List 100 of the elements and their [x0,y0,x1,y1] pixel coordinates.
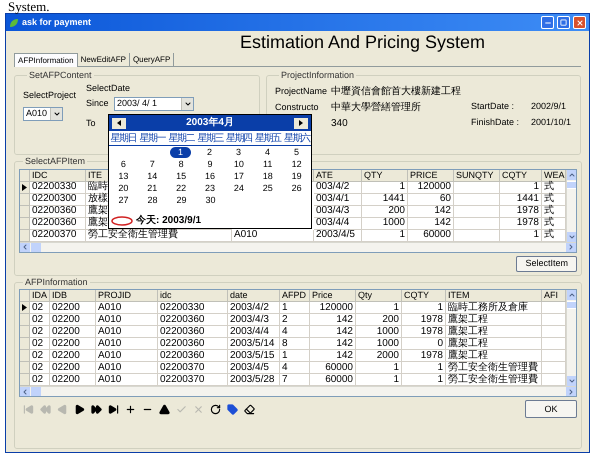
column-header[interactable]: PRICE [408,170,454,182]
calendar-day[interactable]: 11 [255,158,280,170]
select-item-button[interactable]: SelectItem [516,256,577,272]
scroll-right-icon[interactable] [567,388,575,396]
plus-icon[interactable] [125,404,136,414]
row-header[interactable] [20,302,30,314]
column-header[interactable]: Price [310,290,356,302]
eraser-icon[interactable] [244,404,255,414]
vertical-scrollbar[interactable] [566,170,576,242]
horizontal-scrollbar[interactable] [20,242,576,252]
field-label: FinishDate : [471,118,520,126]
calendar-day[interactable]: 5 [286,146,307,158]
calendar-day[interactable]: 3 [228,146,249,158]
scroll-up-icon[interactable] [568,291,576,299]
refresh-icon[interactable] [210,404,221,414]
column-header[interactable]: PROJID [96,290,158,302]
column-header[interactable]: IDA [30,290,50,302]
calendar-day[interactable]: 26 [284,182,310,194]
scroll-thumb[interactable] [567,301,576,309]
right-triangle-icon [299,120,303,126]
page-heading: Estimation And Pricing System [240,33,486,51]
column-header[interactable]: AFI [542,290,566,302]
calendar-day[interactable]: 10 [226,158,252,170]
scroll-thumb[interactable] [31,242,41,252]
table-cell: 1 [280,302,310,314]
column-header[interactable]: QTY [362,170,408,182]
ok-button[interactable]: OK [525,400,577,418]
calendar-day[interactable]: 8 [170,158,192,170]
row-header[interactable] [20,182,30,194]
previous-month-button[interactable] [112,118,126,128]
column-header[interactable]: CQTY [500,170,542,182]
calendar-day[interactable]: 9 [200,158,221,170]
calendar-day[interactable]: 29 [168,194,194,206]
group-title: SelectAFPItem [24,155,86,168]
calendar-day[interactable]: 1 [170,146,191,158]
tag-icon[interactable] [227,404,238,414]
column-header[interactable]: ATE [314,170,362,182]
table-cell: 003/4/2 [314,182,362,194]
column-header[interactable]: WEA [542,170,566,182]
column-header[interactable]: AFPD [280,290,310,302]
calendar-day[interactable]: 12 [284,158,310,170]
column-header[interactable]: SUNQTY [454,170,500,182]
skip-forward-icon[interactable] [108,404,119,414]
column-header[interactable]: idc [158,290,228,302]
table-cell: 鷹架工程 [446,314,542,326]
calendar-day[interactable]: 16 [197,170,224,182]
calendar-day[interactable]: 7 [142,158,163,170]
calendar-day[interactable]: 6 [112,158,134,170]
project-dropdown[interactable]: A010 [23,106,63,120]
column-header[interactable]: date [228,290,280,302]
column-header[interactable]: CQTY [402,290,446,302]
calendar-day[interactable]: 30 [197,194,224,206]
calendar-day[interactable]: 22 [168,182,194,194]
play-icon[interactable] [74,404,85,414]
scroll-down-icon[interactable] [568,232,576,240]
table-cell: A010 [96,326,158,338]
fast-forward-icon[interactable] [91,404,102,414]
table-cell: 1000 [356,326,402,338]
table-cell: A010 [96,314,158,326]
next-month-button[interactable] [294,118,308,128]
date-dropdown[interactable]: 2003/ 4/ 1 [114,96,194,110]
calendar-day[interactable]: 19 [284,170,310,182]
table-cell: 臨時工務所及倉庫 [446,302,542,314]
calendar-day[interactable]: 15 [168,170,194,182]
calendar-day[interactable]: 2 [198,146,220,158]
scroll-down-icon[interactable] [568,377,576,385]
calendar-day[interactable]: 20 [110,182,136,194]
horizontal-scrollbar[interactable] [20,386,576,396]
column-header[interactable]: IDB [50,290,96,302]
scroll-thumb[interactable] [567,180,576,188]
group-title: SetAFPContent [28,69,93,82]
vertical-scrollbar[interactable] [566,290,576,386]
scroll-up-icon[interactable] [568,170,576,178]
column-header[interactable]: ITEM [446,290,542,302]
scroll-left-icon[interactable] [21,243,29,251]
field-value: 340 [331,118,348,129]
close-icon [576,18,584,26]
scroll-right-icon[interactable] [567,243,575,251]
calendar-day[interactable]: 14 [139,170,166,182]
column-header[interactable]: IDC [30,170,86,182]
calendar-day[interactable]: 21 [139,182,166,194]
close-button[interactable] [573,16,586,29]
calendar-day[interactable]: 23 [197,182,224,194]
table-cell: 200 [356,314,402,326]
calendar-day[interactable]: 27 [110,194,136,206]
calendar-day[interactable]: 13 [110,170,136,182]
maximize-button[interactable] [557,16,570,29]
calendar-day[interactable]: 25 [254,182,281,194]
scroll-left-icon[interactable] [21,388,29,396]
triangle-icon[interactable] [159,404,170,414]
table-cell [454,206,500,218]
today-link[interactable]: 今天: 2003/9/1 [136,216,202,226]
calendar-day[interactable]: 4 [256,146,278,158]
tab[interactable]: AFPInformation [14,53,78,67]
calendar-day[interactable]: 18 [254,170,281,182]
minimize-button[interactable] [541,16,554,29]
column-header[interactable]: Qty [356,290,402,302]
calendar-day[interactable]: 28 [139,194,166,206]
calendar-day[interactable]: 17 [226,170,252,182]
scroll-thumb[interactable] [31,387,41,396]
